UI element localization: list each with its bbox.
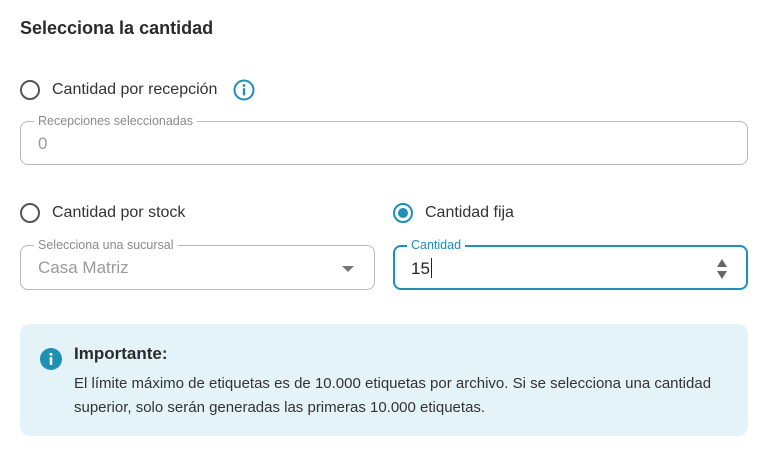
recepciones-seleccionadas-label: Recepciones seleccionadas <box>34 114 197 128</box>
sucursal-select[interactable]: Selecciona una sucursal Casa Matriz <box>20 238 375 290</box>
radio-cantidad-fija[interactable] <box>393 203 413 223</box>
recepciones-seleccionadas-field: Recepciones seleccionadas 0 <box>20 114 748 165</box>
option-cantidad-por-stock[interactable]: Cantidad por stock <box>20 201 185 225</box>
radio-label-cantidad-por-recepcion: Cantidad por recepción <box>52 81 218 98</box>
sucursal-select-value: Casa Matriz <box>38 258 129 277</box>
option-cantidad-por-recepcion[interactable]: Cantidad por recepción <box>20 78 255 102</box>
cantidad-input[interactable]: Cantidad 15 <box>393 238 748 290</box>
notice-body: El límite máximo de etiquetas es de 10.0… <box>74 375 712 416</box>
chevron-down-icon[interactable] <box>342 266 354 272</box>
cantidad-input-label: Cantidad <box>407 238 466 252</box>
important-notice: Importante: El límite máximo de etiqueta… <box>20 324 748 436</box>
quantity-selection-panel: Selecciona la cantidad Cantidad por rece… <box>0 0 783 456</box>
quantity-stepper[interactable] <box>716 257 728 281</box>
radio-label-cantidad-por-stock: Cantidad por stock <box>52 204 186 221</box>
sucursal-select-label: Selecciona una sucursal <box>34 238 178 252</box>
recepciones-seleccionadas-value: 0 <box>38 134 48 153</box>
stepper-down-icon[interactable] <box>717 271 727 279</box>
info-filled-icon <box>40 348 62 370</box>
stepper-up-icon[interactable] <box>717 259 727 267</box>
radio-label-cantidad-fija: Cantidad fija <box>425 204 514 221</box>
section-title: Selecciona la cantidad <box>20 18 214 38</box>
cantidad-input-value[interactable]: 15 <box>411 258 432 279</box>
radio-cantidad-por-stock[interactable] <box>20 203 40 223</box>
info-circle-icon[interactable] <box>233 79 255 101</box>
cantidad-input-text: 15 <box>411 259 430 278</box>
text-caret <box>430 258 432 278</box>
option-cantidad-fija[interactable]: Cantidad fija <box>393 201 514 225</box>
notice-title: Importante: <box>74 344 168 363</box>
radio-cantidad-por-recepcion[interactable] <box>20 80 40 100</box>
